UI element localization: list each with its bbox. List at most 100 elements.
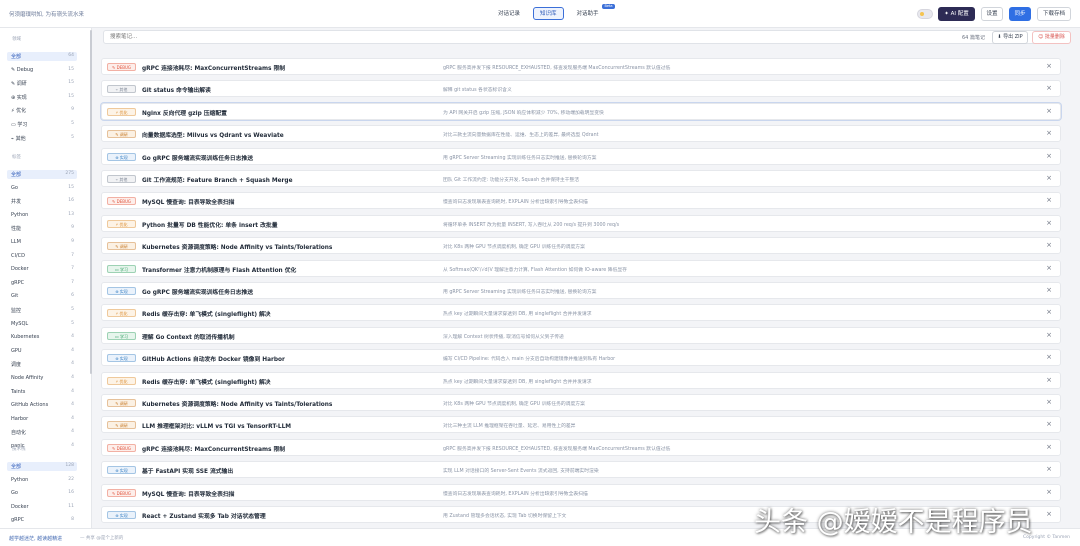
- sidebar-item-tech-stack[interactable]: Python 22: [7, 476, 77, 485]
- tab-knowledge-base[interactable]: 知识库: [533, 7, 564, 20]
- close-icon[interactable]: ×: [1046, 196, 1052, 205]
- note-row[interactable]: ✎ DEBUG gRPC 连接池耗尽: MaxConcurrentStreams …: [101, 438, 1061, 456]
- sidebar-item-domain[interactable]: ⌁ 其他 5: [7, 134, 77, 143]
- note-row[interactable]: ⊕ 实现 基于 FastAPI 实现 SSE 流式输出 实现 LLM 对话接口的 S…: [101, 461, 1061, 479]
- sidebar-item-domain[interactable]: ✎ Debug 15: [7, 66, 77, 75]
- note-title[interactable]: 向量数据库选型: Milvus vs Qdrant vs Weaviate: [142, 130, 284, 139]
- sidebar-item-tags[interactable]: MySQL 5: [7, 320, 77, 329]
- note-row[interactable]: ⊕ 实现 GitHub Actions 自动发布 Docker 镜像到 Harbo…: [101, 349, 1061, 367]
- ai-config-button[interactable]: ✦ AI 配置: [938, 7, 975, 21]
- close-icon[interactable]: ×: [1046, 286, 1052, 295]
- close-icon[interactable]: ×: [1046, 443, 1052, 452]
- note-title[interactable]: Go gRPC 服务端流实现训练任务日志推送: [142, 287, 253, 296]
- close-icon[interactable]: ×: [1046, 219, 1052, 228]
- close-icon[interactable]: ×: [1046, 308, 1052, 317]
- sidebar-item-tags[interactable]: CI/CD 7: [7, 252, 77, 261]
- close-icon[interactable]: ×: [1046, 510, 1052, 519]
- note-title[interactable]: Redis 缓存击穿: 单飞模式 (singleflight) 解决: [142, 309, 271, 318]
- tab-assistant[interactable]: 对话助手 Beta: [570, 4, 615, 20]
- close-icon[interactable]: ×: [1046, 84, 1052, 93]
- close-icon[interactable]: ×: [1046, 174, 1052, 183]
- close-icon[interactable]: ×: [1046, 129, 1052, 138]
- sidebar-item-domain[interactable]: ⚡ 优化 9: [7, 106, 77, 115]
- note-title[interactable]: LLM 推理框架对比: vLLM vs TGI vs TensorRT-LLM: [142, 421, 291, 430]
- close-icon[interactable]: ×: [1046, 62, 1052, 71]
- note-row[interactable]: ✎ DEBUG gRPC 连接池耗尽: MaxConcurrentStreams …: [101, 58, 1061, 75]
- note-title[interactable]: MySQL 慢查询: 目表导致全表扫描: [142, 489, 234, 498]
- note-title[interactable]: gRPC 连接池耗尽: MaxConcurrentStreams 限制: [142, 444, 285, 453]
- sidebar-item-tech-stack[interactable]: Go 16: [7, 489, 77, 498]
- export-zip-button[interactable]: ⬇ 导出 ZIP: [992, 31, 1028, 44]
- sidebar-item-tags[interactable]: Docker 7: [7, 265, 77, 274]
- note-title[interactable]: React + Zustand 实现多 Tab 对话状态管理: [142, 511, 266, 520]
- note-row[interactable]: ✎ 调研 Kubernetes 资源调度策略: Node Affinity vs …: [101, 394, 1061, 411]
- note-title[interactable]: Go gRPC 服务端流实现训练任务日志推送: [142, 153, 253, 162]
- sidebar-item-tags[interactable]: 调度 4: [7, 360, 77, 369]
- note-row[interactable]: ⌁ 其他 Git 工作流规范: Feature Branch + Squash M…: [101, 170, 1061, 187]
- bulk-delete-button[interactable]: ☺ 批量删除: [1032, 31, 1071, 44]
- note-title[interactable]: Kubernetes 资源调度策略: Node Affinity vs Tain…: [142, 399, 332, 408]
- note-title[interactable]: 基于 FastAPI 实现 SSE 流式输出: [142, 466, 233, 475]
- note-row[interactable]: ✎ DEBUG MySQL 慢查询: 目表导致全表扫描 慢查询日志发现联表查询耗时,…: [101, 192, 1061, 210]
- sidebar-item-tech-stack[interactable]: gRPC 8: [7, 516, 77, 525]
- sidebar-item-domain[interactable]: ✎ 调研 15: [7, 79, 77, 88]
- close-icon[interactable]: ×: [1046, 420, 1052, 429]
- note-row[interactable]: ✎ DEBUG MySQL 慢查询: 目表导致全表扫描 慢查询日志发现联表查询耗时,…: [101, 483, 1061, 501]
- note-title[interactable]: Nginx 反向代理 gzip 压缩配置: [142, 108, 227, 117]
- theme-toggle[interactable]: [917, 9, 933, 19]
- note-row[interactable]: ⊕ 实现 Go gRPC 服务端流实现训练任务日志推送 用 gRPC Server …: [101, 147, 1061, 165]
- note-title[interactable]: Git 工作流规范: Feature Branch + Squash Merge: [142, 175, 293, 184]
- sidebar-item-tech-stack[interactable]: Docker 11: [7, 503, 77, 512]
- note-row[interactable]: ⚡ 优化 Python 批量写 DB 性能优化: 单条 insert 改批量 将循环…: [101, 214, 1061, 232]
- sidebar-item-tech-stack[interactable]: 全部 128: [7, 462, 77, 471]
- note-row[interactable]: ✎ 调研 LLM 推理框架对比: vLLM vs TGI vs TensorRT-…: [101, 416, 1061, 434]
- close-icon[interactable]: ×: [1046, 376, 1052, 385]
- search-input[interactable]: [103, 30, 1051, 44]
- sidebar-item-tags[interactable]: 并发 16: [7, 197, 77, 206]
- note-title[interactable]: MySQL 慢查询: 目表导致全表扫描: [142, 197, 234, 206]
- sidebar-item-tags[interactable]: 性能 9: [7, 224, 77, 233]
- settings-button[interactable]: 设置: [981, 7, 1003, 21]
- sidebar-item-tags[interactable]: LLM 9: [7, 238, 77, 247]
- sidebar-item-domain[interactable]: 全部 64: [7, 52, 77, 61]
- note-row[interactable]: ⊕ 实现 Go gRPC 服务端流实现训练任务日志推送 用 gRPC Server …: [101, 282, 1061, 299]
- sidebar-item-tags[interactable]: Go 15: [7, 184, 77, 193]
- sidebar-item-tags[interactable]: Kubernetes 4: [7, 333, 77, 342]
- note-row[interactable]: ▭ 学习 理解 Go Context 的取消传播机制 深入理解 Context 树状…: [101, 326, 1061, 344]
- sidebar-item-tags[interactable]: Node Affinity 4: [7, 374, 77, 383]
- sidebar-item-domain[interactable]: ⊕ 实现 15: [7, 93, 77, 102]
- note-row[interactable]: ⚡ 优化 Nginx 反向代理 gzip 压缩配置 为 API 网关开启 gzip …: [101, 102, 1061, 120]
- sidebar-item-tags[interactable]: GPU 4: [7, 347, 77, 356]
- note-title[interactable]: GitHub Actions 自动发布 Docker 镜像到 Harbor: [142, 354, 285, 363]
- note-row[interactable]: ▭ 学习 Transformer 注意力机制原理与 Flash Attention…: [101, 259, 1061, 277]
- tab-conversations[interactable]: 对话记录: [491, 7, 527, 20]
- close-icon[interactable]: ×: [1046, 353, 1052, 362]
- close-icon[interactable]: ×: [1046, 465, 1052, 474]
- close-icon[interactable]: ×: [1046, 241, 1052, 250]
- note-row[interactable]: ✎ 调研 向量数据库选型: Milvus vs Qdrant vs Weaviat…: [101, 125, 1061, 143]
- note-row[interactable]: ⚡ 优化 Redis 缓存击穿: 单飞模式 (singleflight) 解决 热点…: [101, 304, 1061, 322]
- sidebar-item-tags[interactable]: Taints 4: [7, 388, 77, 397]
- note-title[interactable]: Transformer 注意力机制原理与 Flash Attention 优化: [142, 265, 296, 274]
- close-icon[interactable]: ×: [1046, 264, 1052, 273]
- close-icon[interactable]: ×: [1046, 398, 1052, 407]
- note-row[interactable]: ⌁ 其他 Git status 命令输出解读 解释 git status 各状态标识…: [101, 80, 1061, 98]
- sidebar-item-tags[interactable]: GitHub Actions 4: [7, 401, 77, 410]
- sidebar-item-tags[interactable]: Python 13: [7, 211, 77, 220]
- close-icon[interactable]: ×: [1046, 152, 1052, 161]
- note-title[interactable]: Kubernetes 资源调度策略: Node Affinity vs Tain…: [142, 242, 332, 251]
- download-archive-button[interactable]: 下载存档: [1037, 7, 1071, 21]
- sidebar-item-tags[interactable]: gRPC 7: [7, 279, 77, 288]
- note-title[interactable]: Python 批量写 DB 性能优化: 单条 insert 改批量: [142, 220, 278, 229]
- close-icon[interactable]: ×: [1046, 107, 1052, 116]
- close-icon[interactable]: ×: [1046, 488, 1052, 497]
- note-title[interactable]: Redis 缓存击穿: 单飞模式 (singleflight) 解决: [142, 377, 271, 386]
- sidebar-item-tags[interactable]: 监控 5: [7, 306, 77, 315]
- note-row[interactable]: ⚡ 优化 Redis 缓存击穿: 单飞模式 (singleflight) 解决 热点…: [101, 371, 1061, 389]
- sidebar-item-tags[interactable]: Harbor 4: [7, 415, 77, 424]
- sidebar-item-tags[interactable]: 自动化 4: [7, 428, 77, 437]
- sync-button[interactable]: 同步: [1009, 7, 1031, 21]
- sidebar-item-tags[interactable]: 全部 275: [7, 170, 77, 179]
- note-title[interactable]: Git status 命令输出解读: [142, 85, 211, 94]
- note-title[interactable]: 理解 Go Context 的取消传播机制: [142, 332, 235, 341]
